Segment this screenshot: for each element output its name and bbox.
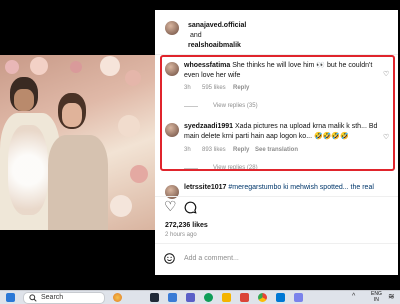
comment-body: letrssite1017 #meregarstumbo ki mehwish … <box>184 183 394 193</box>
language-indicator[interactable]: ENG IN <box>371 291 382 303</box>
comment-bubble-icon[interactable] <box>184 201 197 214</box>
coauthor-username[interactable]: realshoaibmalik <box>188 42 241 49</box>
post-header: sanajaved.official and realshoaibmalik <box>155 10 398 60</box>
add-comment-input[interactable]: Add a comment... <box>184 255 239 262</box>
chevron-up-icon[interactable]: ^ <box>352 293 355 300</box>
comment-text: #meregarstumbo ki mehwish spotted... the… <box>228 184 374 191</box>
post-time: 2 hours ago <box>165 232 197 238</box>
post-likes-count[interactable]: 272,236 likes <box>165 222 208 229</box>
flower-garland <box>8 125 48 215</box>
teams-icon[interactable] <box>186 293 195 302</box>
search-label: Search <box>41 294 64 301</box>
app-icon[interactable] <box>294 293 303 302</box>
comment-username[interactable]: letrssite1017 <box>184 184 226 191</box>
windows-taskbar: Search ^ ENG IN ≋ <box>0 290 400 304</box>
taskbar-search[interactable]: Search <box>23 292 105 304</box>
author-avatar[interactable] <box>165 21 179 35</box>
office-icon[interactable] <box>240 293 249 302</box>
app-icon[interactable] <box>113 293 122 302</box>
post-image-area <box>0 0 155 290</box>
post-photo <box>0 55 155 230</box>
chrome-icon[interactable] <box>258 293 267 302</box>
store-icon[interactable] <box>276 293 285 302</box>
person-woman <box>48 135 108 230</box>
wifi-icon[interactable]: ≋ <box>388 292 395 301</box>
like-heart-icon[interactable]: ♡ <box>164 198 177 215</box>
folder-icon[interactable] <box>222 293 231 302</box>
emoji-icon[interactable] <box>164 253 175 264</box>
and-text: and <box>190 32 202 39</box>
add-comment-divider <box>155 243 398 244</box>
comments-divider <box>155 196 398 197</box>
windows-start-icon[interactable] <box>6 293 15 302</box>
edge-icon[interactable] <box>204 293 213 302</box>
author-username[interactable]: sanajaved.official <box>188 22 246 29</box>
task-view-icon[interactable] <box>150 293 159 302</box>
file-explorer-icon[interactable] <box>168 293 177 302</box>
comments-highlight-box <box>160 55 395 171</box>
search-icon <box>29 294 37 302</box>
